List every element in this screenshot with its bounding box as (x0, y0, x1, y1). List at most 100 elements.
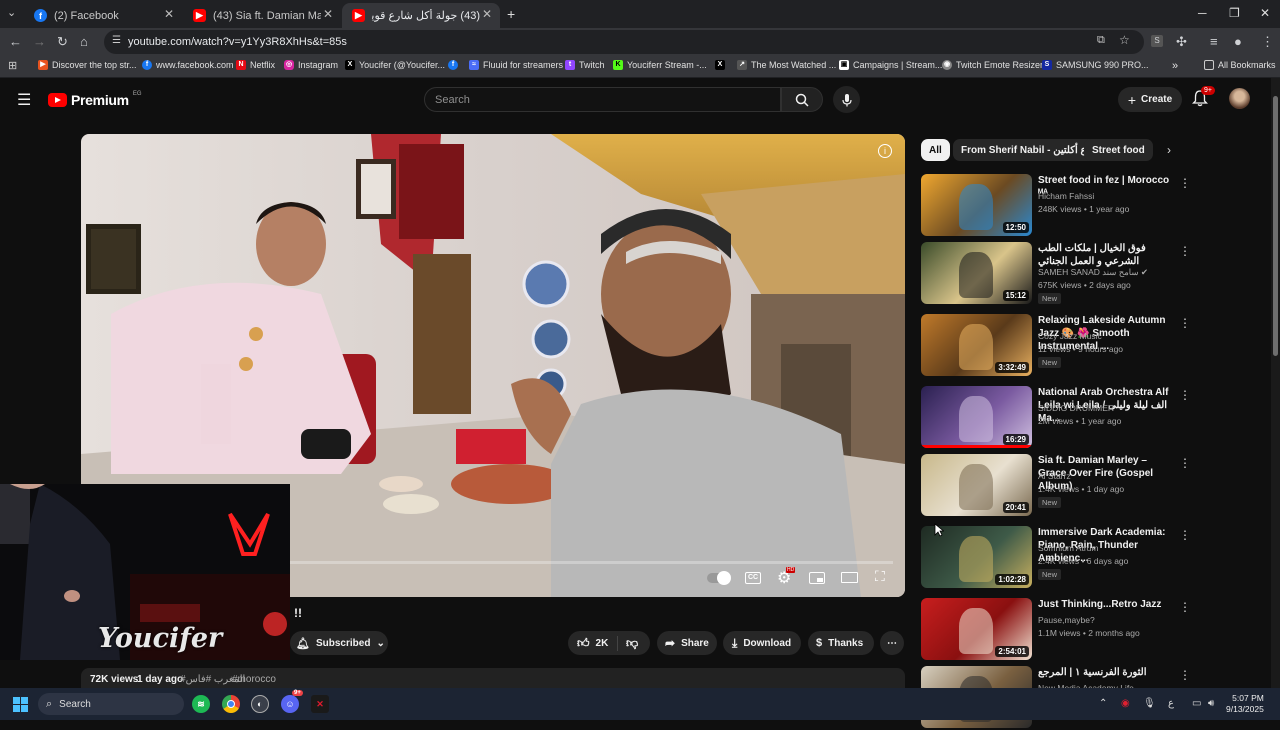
close-tab-icon[interactable]: ✕ (164, 7, 174, 21)
recommendation-card[interactable]: 15:12 فوق الخيال | ملكات الطب الشرعي و ال… (921, 242, 1271, 306)
video-thumbnail[interactable]: 3:32:49 (921, 314, 1032, 376)
bookmark-kick[interactable]: K Youciferr Stream -... (613, 60, 707, 70)
hashtag-morocco[interactable]: #morocco (232, 674, 276, 685)
chip-street-food[interactable]: Street food (1084, 139, 1153, 161)
recommendation-card[interactable]: 16:29 National Arab Orchestra Alf Leila w… (921, 386, 1271, 450)
more-vertical-icon[interactable]: ⋮ (1179, 668, 1191, 682)
bookmark-emote-resizer[interactable]: ◉ Twitch Emote Resizer (942, 60, 1043, 70)
channel-name[interactable]: Somnium Atrum (1038, 543, 1098, 553)
tray-app-icon[interactable]: ◉ (1121, 698, 1130, 709)
bookmark-facebook-2[interactable]: f (448, 60, 458, 70)
like-button[interactable]: 👍︎ 2K (568, 635, 618, 651)
channel-name[interactable]: Ai Starrz (1038, 471, 1071, 481)
channel-name[interactable]: SIDDIG DRUMMER (1038, 403, 1114, 413)
bookmark-samsung[interactable]: S SAMSUNG 990 PRO... (1042, 60, 1149, 70)
recommendation-card[interactable]: 12:50 Street food in fez | Morocco ᴹᴬ Hich… (921, 174, 1271, 238)
share-button[interactable]: ➦ Share (657, 631, 717, 655)
search-button[interactable] (781, 87, 823, 112)
page-scrollbar[interactable] (1271, 78, 1280, 688)
media-control-icon[interactable]: ≡ (1210, 34, 1218, 49)
tray-mic-icon[interactable]: 🎙︎ (1143, 698, 1156, 709)
windows-start-icon[interactable] (13, 697, 28, 712)
video-thumbnail[interactable]: 20:41 (921, 454, 1032, 516)
bookmark-netflix[interactable]: N Netflix (236, 60, 275, 70)
tab-sia-video[interactable]: ▶ (43) Sia ft. Damian Marley – Gra ✕ (183, 3, 341, 28)
video-thumbnail[interactable]: 2:54:01 (921, 598, 1032, 660)
tab-street-food-video[interactable]: ▶ (43) جولة أكل شارع قوية جدا في ✕ (342, 3, 500, 28)
spotify-icon[interactable]: ≋ (192, 695, 210, 713)
language-indicator[interactable]: ع (1168, 698, 1174, 709)
subtitles-icon[interactable]: CC (745, 572, 761, 584)
reload-icon[interactable]: ↻ (57, 34, 68, 50)
channel-name[interactable]: SAMEH SANAD سامح سند ✔ (1038, 267, 1148, 278)
channel-name[interactable]: Hicham Fahssi (1038, 191, 1094, 201)
miniplayer-icon[interactable] (809, 572, 825, 584)
bookmark-facebook[interactable]: f www.facebook.com (142, 60, 234, 70)
theater-mode-icon[interactable] (841, 572, 858, 583)
search-input[interactable]: Search (424, 87, 781, 112)
close-window-icon[interactable]: ✕ (1260, 6, 1270, 20)
minimize-icon[interactable]: ─ (1198, 6, 1207, 20)
close-tab-icon[interactable]: ✕ (482, 7, 492, 21)
system-clock[interactable]: 5:07 PM 9/13/2025 (1226, 693, 1264, 715)
autoplay-toggle[interactable] (707, 571, 731, 585)
info-icon[interactable]: i (878, 144, 892, 158)
user-avatar[interactable] (1229, 88, 1250, 109)
bookmark-x-youcifer[interactable]: X Youcifer (@Youcifer... (345, 60, 445, 70)
home-icon[interactable]: ⌂ (80, 34, 88, 49)
volume-icon[interactable]: 🔊︎ (1208, 698, 1214, 709)
install-app-icon[interactable]: ⧉ (1097, 34, 1105, 47)
back-icon[interactable]: ← (9, 34, 22, 49)
restore-icon[interactable]: ❐ (1229, 6, 1240, 20)
video-thumbnail[interactable]: 12:50 (921, 174, 1032, 236)
streaming-app-icon[interactable]: ✕ (311, 695, 329, 713)
forward-icon[interactable]: → (33, 34, 46, 49)
more-vertical-icon[interactable]: ⋮ (1179, 316, 1191, 330)
bookmark-star-icon[interactable]: ☆ (1119, 33, 1130, 47)
bookmarks-overflow-icon[interactable]: » (1172, 60, 1178, 72)
chrome-menu-icon[interactable]: ⋮ (1261, 34, 1274, 50)
recommendation-card[interactable]: 20:41 Sia ft. Damian Marley – Grace Over … (921, 454, 1271, 518)
close-tab-icon[interactable]: ✕ (323, 7, 333, 21)
video-title[interactable]: Just Thinking...Retro Jazz (1038, 598, 1176, 611)
bookmark-x-2[interactable]: X (715, 60, 725, 70)
bookmark-discover[interactable]: ▶ Discover the top str... (38, 60, 137, 70)
bookmark-most-watched[interactable]: ↗ The Most Watched ... (737, 60, 836, 70)
video-thumbnail[interactable]: 15:12 (921, 242, 1032, 304)
chip-from-sherif-nabil[interactable]: From Sherif Nabil - بتاع أكلتين (953, 139, 1104, 161)
bookmark-instagram[interactable]: ◎ Instagram (284, 60, 338, 70)
more-actions-button[interactable]: ⋯ (880, 631, 904, 655)
channel-name[interactable]: Cozy Jazz Music (1038, 331, 1102, 341)
chip-all[interactable]: All (921, 139, 950, 161)
extension-s-icon[interactable]: S (1151, 35, 1163, 47)
bookmark-fluuid[interactable]: ≈ Fluuid for streamers (469, 60, 563, 70)
chrome-icon[interactable] (222, 695, 240, 713)
address-bar[interactable]: ☰ youtube.com/watch?v=y1Yy3R8XhHs&t=85s … (104, 30, 1144, 54)
settings-gear-icon[interactable]: ⚙ HD (777, 567, 796, 588)
recommendation-card[interactable]: 3:32:49 Relaxing Lakeside Autumn Jazz 🎨 🌺… (921, 314, 1271, 378)
taskbar-search[interactable]: ⌕ Search (38, 693, 184, 715)
bookmark-campaigns[interactable]: ▣ Campaigns | Stream... (839, 60, 942, 70)
video-thumbnail[interactable]: 16:29 (921, 386, 1032, 448)
scrollbar-thumb[interactable] (1273, 96, 1278, 356)
notifications-button[interactable]: 9+ (1191, 86, 1215, 112)
subscribed-button[interactable]: 🔔︎ Subscribed ⌄ (290, 631, 388, 655)
tray-overflow-icon[interactable]: ⌃ (1099, 698, 1107, 709)
fullscreen-icon[interactable]: ⛶ (875, 568, 885, 585)
video-title[interactable]: فوق الخيال | ملكات الطب الشرعي و العمل ا… (1038, 242, 1176, 268)
tab-search-icon[interactable]: ⌄ (7, 6, 16, 19)
channel-name[interactable]: Pause,maybe? (1038, 615, 1095, 625)
dislike-button[interactable]: 👎︎ (618, 636, 638, 651)
new-tab-icon[interactable]: + (507, 6, 515, 22)
create-button[interactable]: + Create (1118, 87, 1182, 112)
voice-search-button[interactable] (833, 86, 860, 113)
bookmark-twitch[interactable]: t Twitch (565, 60, 605, 70)
youtube-premium-logo[interactable]: Premium EG (48, 91, 141, 108)
all-bookmarks[interactable]: All Bookmarks (1204, 60, 1276, 70)
more-vertical-icon[interactable]: ⋮ (1179, 528, 1191, 542)
recommendation-card[interactable]: 2:54:01 Just Thinking...Retro Jazz Pause,m… (921, 598, 1271, 662)
more-vertical-icon[interactable]: ⋮ (1179, 244, 1191, 258)
download-button[interactable]: ⤓ Download (723, 631, 801, 655)
tab-facebook[interactable]: f (2) Facebook ✕ (24, 3, 182, 28)
extensions-puzzle-icon[interactable]: ✣ (1176, 34, 1187, 50)
